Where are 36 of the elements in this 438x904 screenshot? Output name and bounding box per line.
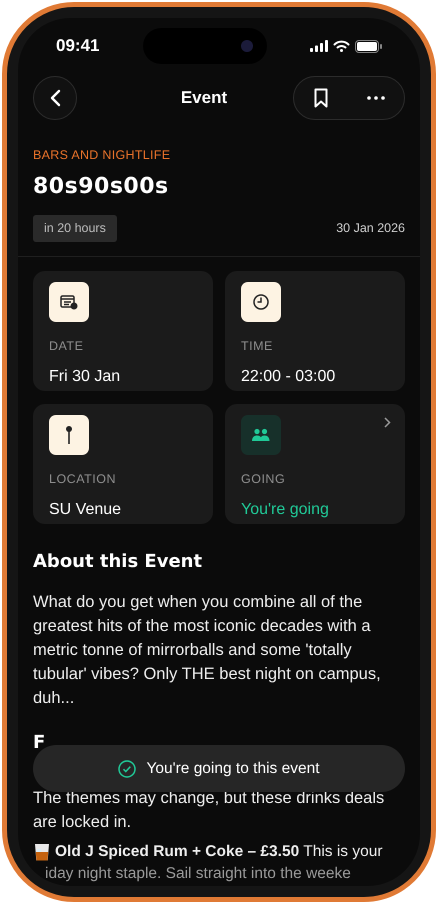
bookmark-icon <box>314 88 328 108</box>
glass-icon <box>33 842 51 862</box>
battery-icon <box>354 40 382 52</box>
section-heading: About this Event <box>33 550 204 574</box>
card-value: You're going <box>241 500 330 520</box>
signal-icon <box>310 40 328 52</box>
back-button[interactable] <box>33 76 77 120</box>
event-title: 80s90s00s <box>33 172 170 201</box>
card-label: LOCATION <box>49 470 117 488</box>
chevron-icon <box>384 416 391 428</box>
card-value: 22:00 - 03:00 <box>241 367 336 388</box>
toast-message: You're going to this event <box>146 758 320 779</box>
pin-icon <box>65 424 73 444</box>
back-icon <box>50 89 60 107</box>
card-value: SU Venue <box>49 500 122 520</box>
card-label: TIME <box>241 338 274 354</box>
deal-text-continued: iday night staple. Sail straight into the weeke <box>44 864 352 884</box>
about-text: What do you get when you combine all of the greatest hits of the most iconic decades with a metric tonne of mirrorballs and some 'totally tubular' vibes? Only THE best night on campus, duh... <box>33 592 382 708</box>
deals-intro: The themes may change, but these drinks deals are locked in. <box>33 788 386 832</box>
category-label: BARS AND NIGHTLIFE <box>33 147 172 164</box>
more-icon <box>367 96 386 100</box>
status-time: 09:41 <box>56 35 100 58</box>
event-date: 30 Jan 2026 <box>336 220 405 237</box>
calendar-icon <box>60 294 78 310</box>
info-card[interactable]: GOING You're going <box>225 404 405 524</box>
clock-icon <box>252 292 270 310</box>
card-value: Fri 30 Jan <box>49 367 122 388</box>
check-circle-icon <box>118 760 136 778</box>
card-label: GOING <box>241 470 286 488</box>
card-label: DATE <box>49 338 84 354</box>
wifi-icon <box>332 40 350 52</box>
deal-text: Old J Spiced Rum + Coke – £3.50 This is your <box>55 842 383 862</box>
relative-time-tag: in 20 hours <box>33 214 117 242</box>
screen-title: Event <box>180 87 228 110</box>
section-heading: F <box>33 730 46 754</box>
people-icon <box>252 428 270 442</box>
